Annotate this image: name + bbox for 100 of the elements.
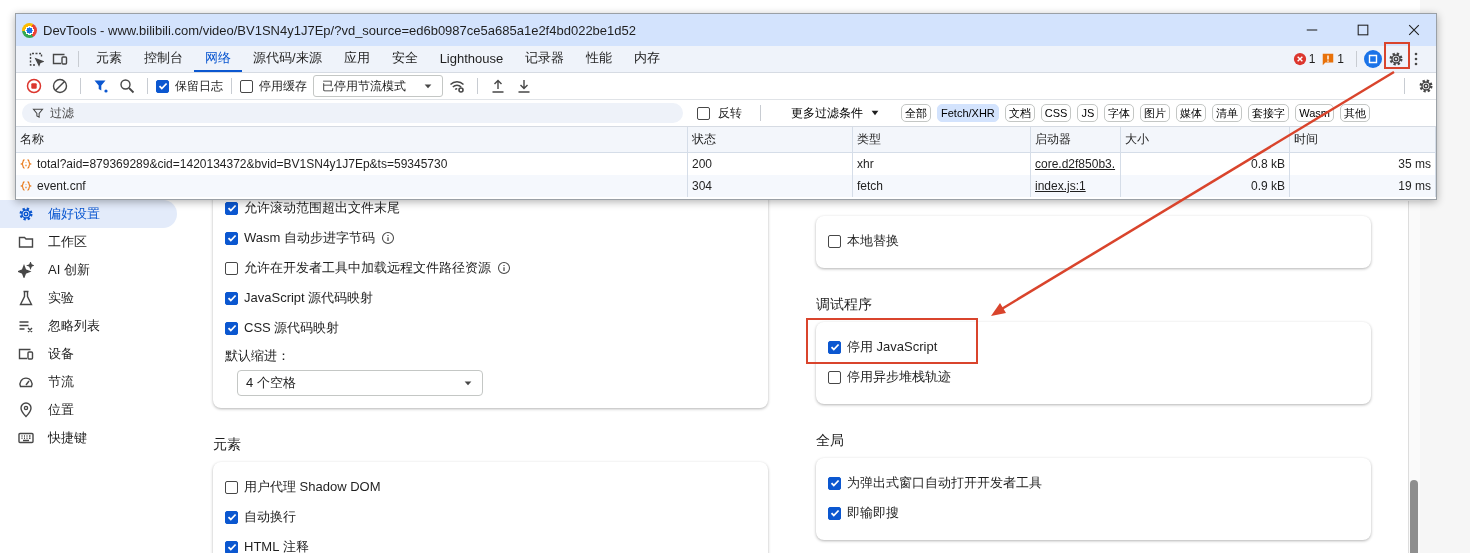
checkbox[interactable] bbox=[828, 370, 841, 384]
error-count: 1 bbox=[1308, 52, 1316, 66]
checkbox-label: 允许滚动范围超出文件末尾 bbox=[244, 199, 400, 217]
devices-icon bbox=[52, 51, 68, 67]
checkbox[interactable] bbox=[225, 480, 238, 494]
sidebar-item[interactable]: 快捷键 bbox=[0, 424, 177, 452]
sidebar-item[interactable]: AI 创新 bbox=[0, 256, 177, 284]
record-stop-icon bbox=[26, 78, 42, 94]
devices-icon bbox=[18, 346, 34, 362]
clear-icon bbox=[52, 78, 68, 94]
checkbox[interactable] bbox=[828, 340, 841, 354]
checkbox[interactable] bbox=[240, 79, 253, 93]
sidebar-item[interactable]: 偏好设置 bbox=[0, 200, 177, 228]
panel-tab[interactable]: 记录器 bbox=[514, 46, 576, 72]
highlight-box bbox=[1384, 42, 1410, 69]
checkbox[interactable] bbox=[828, 234, 841, 248]
sidebar-item[interactable]: 实验 bbox=[0, 284, 177, 312]
checkbox-label: 用户代理 Shadow DOM bbox=[244, 478, 381, 496]
type-filter-chip[interactable]: CSS bbox=[1040, 104, 1072, 122]
error-icon bbox=[1292, 52, 1307, 66]
checkbox-label: 本地替换 bbox=[847, 232, 899, 250]
scrollbar-thumb[interactable] bbox=[1410, 480, 1418, 553]
table-cell: 19 ms bbox=[1290, 175, 1436, 197]
panel-tab[interactable]: 性能 bbox=[575, 46, 624, 72]
checkbox-label: HTML 注释 bbox=[244, 538, 309, 553]
setting-label: 默认缩进： bbox=[225, 347, 291, 365]
type-filter-chip[interactable]: 文档 bbox=[1004, 104, 1035, 122]
type-filter-chip[interactable]: 媒体 bbox=[1176, 104, 1207, 122]
warning-icon bbox=[1321, 52, 1336, 66]
table-cell: 304 bbox=[688, 175, 853, 197]
column-header[interactable]: 状态 bbox=[688, 127, 853, 153]
column-header[interactable]: 启动器 bbox=[1031, 127, 1121, 153]
folder-icon bbox=[18, 234, 34, 250]
checkbox[interactable] bbox=[225, 231, 238, 245]
type-filter-chip[interactable]: Fetch/XHR bbox=[937, 104, 999, 122]
type-filter-chip[interactable]: 清单 bbox=[1212, 104, 1243, 122]
type-filter-chip[interactable]: 全部 bbox=[901, 104, 931, 122]
sparkle-icon bbox=[18, 262, 34, 278]
flask-icon bbox=[18, 290, 34, 306]
filter-icon bbox=[32, 107, 44, 119]
panel-tab[interactable]: 元素 bbox=[85, 46, 133, 72]
panel-tab[interactable]: 控制台 bbox=[133, 46, 194, 72]
filter-icon bbox=[93, 78, 109, 94]
throttling-dropdown[interactable]: 已停用节流模式 bbox=[313, 75, 443, 97]
request-name-cell[interactable]: event.cnf bbox=[16, 175, 688, 197]
column-header[interactable]: 大小 bbox=[1121, 127, 1290, 153]
table-cell: 0.9 kB bbox=[1121, 175, 1290, 197]
sidebar-item[interactable]: 设备 bbox=[0, 340, 177, 368]
checkbox-label: 反转 bbox=[718, 104, 742, 122]
initiator-link[interactable]: core.d2f850b3. bbox=[1035, 157, 1116, 171]
checkbox[interactable] bbox=[225, 321, 238, 335]
indent-dropdown[interactable]: 4 个空格 bbox=[237, 370, 483, 396]
checkbox[interactable] bbox=[156, 79, 169, 93]
column-header[interactable]: 时间 bbox=[1290, 127, 1436, 153]
checkbox-label: 停用 JavaScript bbox=[847, 338, 938, 356]
sidebar-item[interactable]: 忽略列表 bbox=[0, 312, 177, 340]
checkbox[interactable] bbox=[225, 510, 238, 524]
checkbox-label: 允许在开发者工具中加载远程文件路径资源 bbox=[244, 259, 491, 277]
column-header[interactable]: 类型 bbox=[853, 127, 1031, 153]
checkbox[interactable] bbox=[828, 476, 841, 490]
more-filters-button[interactable]: 更多过滤条件 bbox=[785, 103, 887, 123]
inspect-icon bbox=[28, 51, 44, 67]
panel-tab[interactable]: 网络 bbox=[194, 46, 242, 72]
settings-icon bbox=[18, 206, 34, 222]
checkbox[interactable] bbox=[697, 106, 710, 120]
sidebar-item[interactable]: 节流 bbox=[0, 368, 177, 396]
wifi-gear-icon bbox=[449, 78, 465, 94]
sidebar-item[interactable]: 位置 bbox=[0, 396, 177, 424]
filter-field[interactable]: 过滤 bbox=[22, 103, 683, 123]
panel-tab[interactable]: Lighthouse bbox=[428, 46, 515, 72]
column-header[interactable]: 名称 bbox=[16, 127, 688, 153]
ai-assistance-icon bbox=[1364, 50, 1382, 68]
type-filter-chip[interactable]: 其他 bbox=[1340, 104, 1371, 122]
checkbox[interactable] bbox=[225, 291, 238, 305]
settings-icon bbox=[1418, 78, 1434, 94]
checkbox[interactable] bbox=[225, 540, 238, 553]
panel-tab[interactable]: 安全 bbox=[380, 46, 429, 72]
gauge-icon bbox=[18, 374, 34, 390]
checkbox-label: 停用异步堆栈轨迹 bbox=[847, 368, 951, 386]
section-heading: 元素 bbox=[213, 435, 242, 453]
panel-tab[interactable]: 源代码/来源 bbox=[242, 46, 333, 72]
search-icon bbox=[119, 78, 135, 94]
json-file-icon bbox=[20, 180, 32, 192]
close-icon bbox=[1406, 23, 1421, 37]
checkbox-label: 保留日志 bbox=[175, 77, 223, 95]
checkbox[interactable] bbox=[225, 261, 238, 275]
window-title: DevTools - www.bilibili.com/video/BV1SN4y1J7Ep/?vd_source=ed6b0987ce5a685a1e2f4bd022be1d52 bbox=[43, 22, 637, 38]
checkbox-label: CSS 源代码映射 bbox=[244, 319, 340, 337]
checkbox[interactable] bbox=[225, 201, 238, 215]
sidebar-item[interactable]: 工作区 bbox=[0, 228, 177, 256]
type-filter-chip[interactable]: JS bbox=[1077, 104, 1099, 122]
warning-count: 1 bbox=[1337, 52, 1344, 66]
type-filter-chip[interactable]: 套接字 bbox=[1248, 104, 1290, 122]
section-heading: 调试程序 bbox=[816, 295, 873, 313]
checkbox[interactable] bbox=[828, 506, 841, 520]
panel-tab[interactable]: 内存 bbox=[623, 46, 672, 72]
json-file-icon bbox=[20, 158, 32, 170]
type-filter-chip[interactable]: 字体 bbox=[1104, 104, 1135, 122]
panel-tab[interactable]: 应用 bbox=[332, 46, 381, 72]
type-filter-chip[interactable]: 图片 bbox=[1140, 104, 1171, 122]
